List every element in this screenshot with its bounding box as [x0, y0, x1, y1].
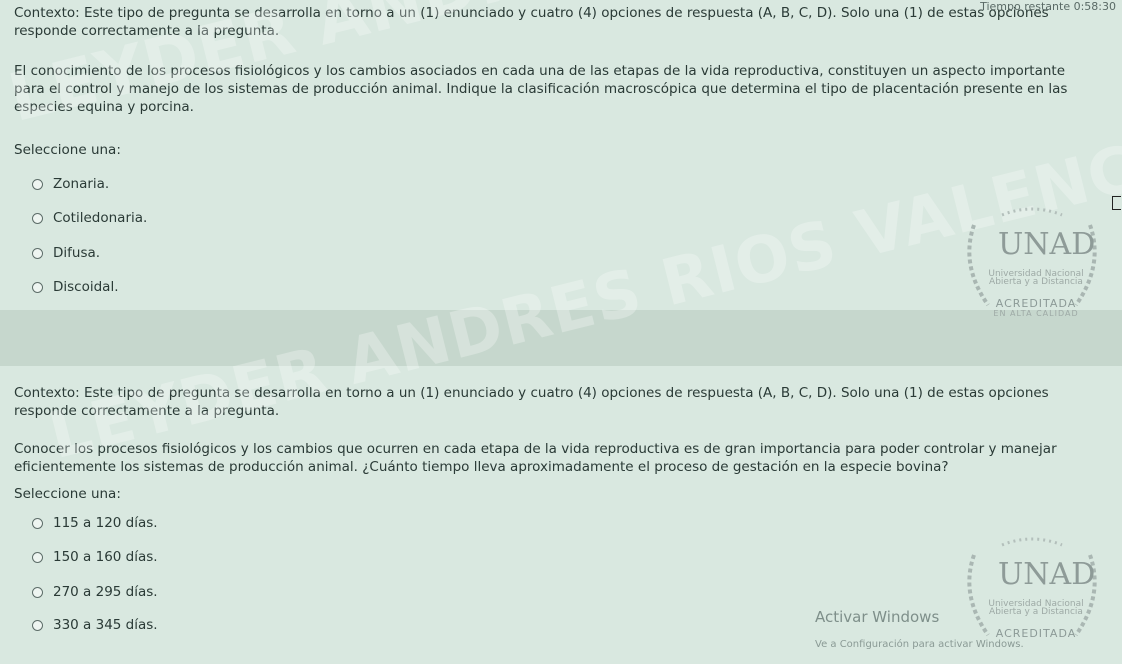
- question1-text: El conocimiento de los procesos fisiológ…: [14, 63, 1068, 115]
- radio-button[interactable]: [32, 551, 43, 563]
- logo-badge-sub: EN ALTA CALIDAD: [993, 309, 1079, 318]
- question-panel-1: Contexto: Este tipo de pregunta se desar…: [0, 0, 1122, 310]
- radio-button[interactable]: [32, 619, 43, 631]
- question-panel-2: Contexto: Este tipo de pregunta se desar…: [0, 366, 1122, 664]
- edge-bracket-icon: [1112, 196, 1121, 210]
- question1-option-a[interactable]: Zonaria.: [32, 176, 109, 192]
- radio-button[interactable]: [32, 281, 43, 293]
- logo-line2: Abierta y a Distancia: [989, 607, 1083, 617]
- question1-context: Contexto: Este tipo de pregunta se desar…: [14, 5, 1049, 39]
- unad-logo: UNAD Universidad Nacional Abierta y a Di…: [962, 205, 1102, 318]
- option-label: Cotiledonaria.: [53, 210, 148, 226]
- option-label: Discoidal.: [53, 279, 119, 295]
- question2-option-c[interactable]: 270 a 295 días.: [32, 584, 158, 600]
- option-label: 330 a 345 días.: [53, 617, 158, 633]
- option-label: 115 a 120 días.: [53, 515, 158, 531]
- logo-line2: Abierta y a Distancia: [989, 277, 1083, 287]
- radio-button[interactable]: [32, 247, 43, 259]
- radio-button[interactable]: [32, 517, 43, 529]
- logo-name: UNAD: [998, 227, 1096, 262]
- question1-option-b[interactable]: Cotiledonaria.: [32, 210, 147, 226]
- question1-option-c[interactable]: Difusa.: [32, 245, 100, 261]
- option-label: 150 a 160 días.: [53, 549, 158, 565]
- activate-windows-title: Activar Windows: [815, 608, 940, 626]
- radio-button[interactable]: [32, 212, 43, 224]
- radio-button[interactable]: [32, 178, 43, 190]
- panel-separator: [0, 310, 1122, 366]
- radio-button[interactable]: [32, 586, 43, 598]
- logo-name: UNAD: [998, 557, 1096, 592]
- option-label: 270 a 295 días.: [53, 584, 158, 600]
- time-remaining: Tiempo restante 0:58:30: [980, 0, 1116, 13]
- question1-option-d[interactable]: Discoidal.: [32, 279, 119, 295]
- activate-windows-subtitle: Ve a Configuración para activar Windows.: [815, 639, 1024, 650]
- question2-option-a[interactable]: 115 a 120 días.: [32, 515, 158, 531]
- question2-option-d[interactable]: 330 a 345 días.: [32, 617, 158, 633]
- question2-select-label: Seleccione una:: [14, 486, 121, 502]
- question2-context: Contexto: Este tipo de pregunta se desar…: [14, 385, 1049, 419]
- option-label: Zonaria.: [53, 176, 110, 192]
- question2-option-b[interactable]: 150 a 160 días.: [32, 549, 158, 565]
- question2-text: Conocer los procesos fisiológicos y los …: [14, 441, 1057, 475]
- option-label: Difusa.: [53, 245, 101, 261]
- question1-select-label: Seleccione una:: [14, 142, 121, 158]
- unad-logo: UNAD Universidad Nacional Abierta y a Di…: [962, 535, 1102, 645]
